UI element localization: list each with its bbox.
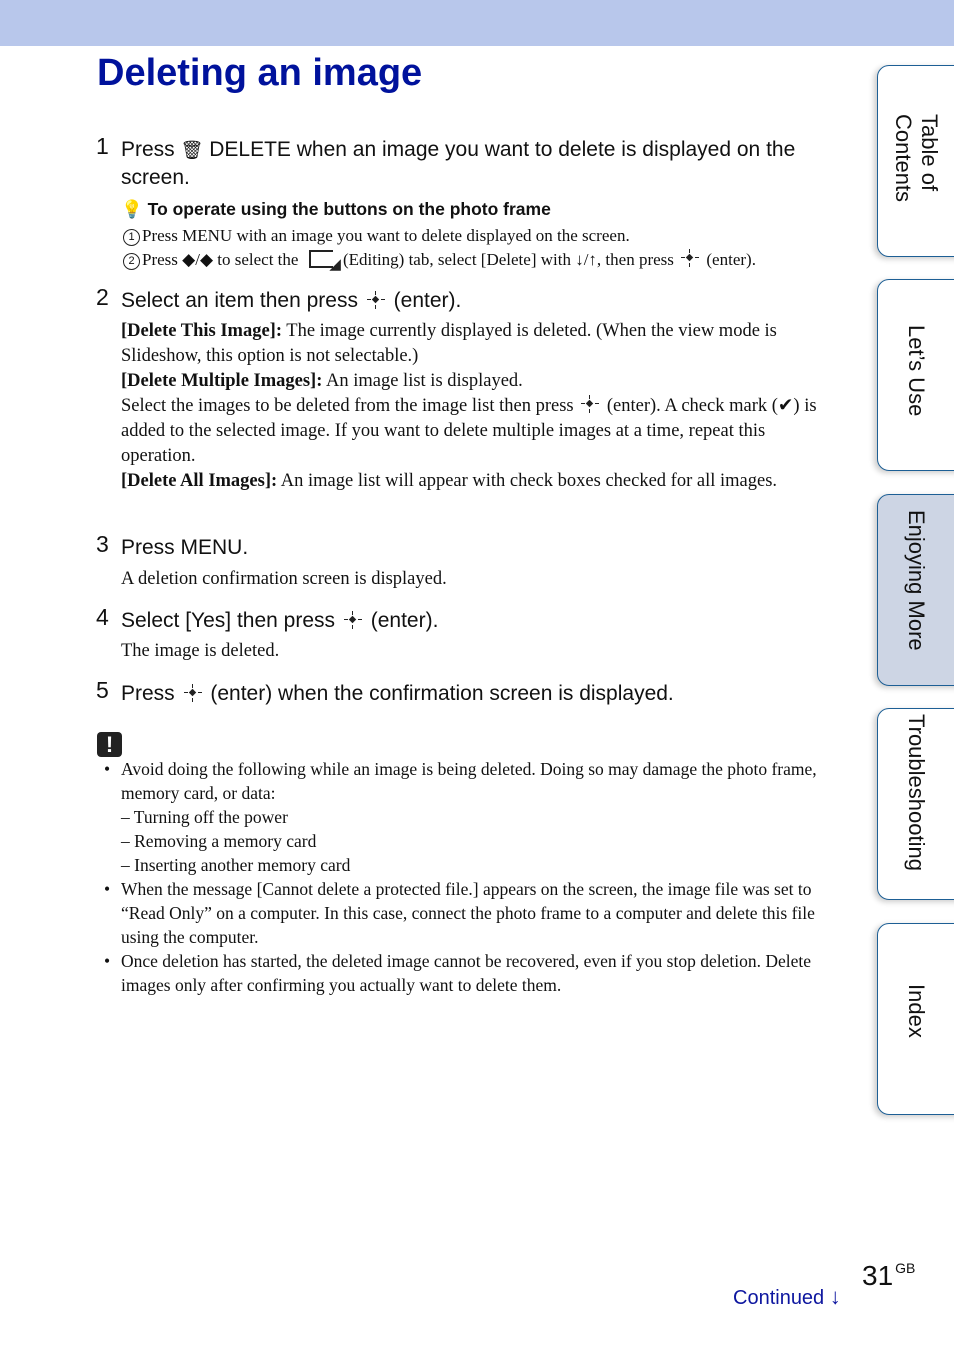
step-number: 5 (96, 677, 109, 703)
circled-number-2: 2 (123, 253, 140, 270)
note-item: When the message [Cannot delete a protec… (104, 877, 839, 949)
tab-index[interactable]: Index (877, 923, 954, 1115)
note-item: Avoid doing the following while an image… (104, 757, 839, 805)
header-band (0, 0, 954, 46)
enter-icon (183, 684, 202, 702)
step-4-body: The image is deleted. (121, 641, 280, 661)
lightbulb-icon: 💡 (121, 199, 143, 219)
enter-icon (366, 291, 385, 309)
enter-icon (343, 611, 362, 629)
step-2-body: [Delete This Image]: The image currently… (121, 319, 839, 494)
page-title: Deleting an image (97, 52, 423, 94)
down-arrow-icon: ↓ (829, 1284, 841, 1309)
hint-item-2: 2Press ◆/◆ to select the (Editing) tab, … (123, 248, 843, 272)
step-3-body: A deletion confirmation screen is displa… (121, 569, 447, 589)
trash-icon: 🗑 (180, 140, 204, 160)
tab-troubleshooting[interactable]: Troubleshooting (877, 708, 954, 900)
step-number: 2 (96, 284, 109, 310)
hint-heading: 💡 To operate using the buttons on the ph… (121, 199, 551, 219)
continued-link[interactable]: Continued ↓ (733, 1284, 841, 1310)
tab-lets-use[interactable]: Let’s Use (877, 279, 954, 471)
notes-list: Avoid doing the following while an image… (104, 757, 839, 997)
enter-icon (681, 249, 700, 267)
note-item: Once deletion has started, the deleted i… (104, 949, 839, 997)
tab-table-of-contents[interactable]: Table of Contents (877, 65, 954, 257)
note-subitem: – Turning off the power (121, 807, 288, 827)
option-delete-multiple-images: [Delete Multiple Images]: An image list … (121, 371, 523, 391)
note-subitem: – Removing a memory card (121, 831, 317, 851)
step-number: 4 (96, 604, 109, 630)
enter-icon (581, 395, 600, 413)
editing-tab-icon (308, 250, 333, 268)
option-delete-this-image: [Delete This Image]: The image currently… (121, 321, 777, 366)
step-number: 1 (96, 133, 109, 159)
note-subitem: – Inserting another memory card (121, 855, 351, 875)
step-number: 3 (96, 531, 109, 557)
hint-item-1: 1 Press MENU with an image you want to de… (123, 224, 843, 248)
option-delete-all-images: [Delete All Images]: An image list will … (121, 471, 778, 491)
option-delete-multiple-detail: Select the images to be deleted from the… (121, 395, 817, 466)
circled-number-1: 1 (123, 229, 140, 246)
tab-enjoying-more[interactable]: Enjoying More (877, 494, 954, 686)
page-number: 31 GB (862, 1260, 916, 1291)
caution-icon: ! (97, 732, 122, 757)
